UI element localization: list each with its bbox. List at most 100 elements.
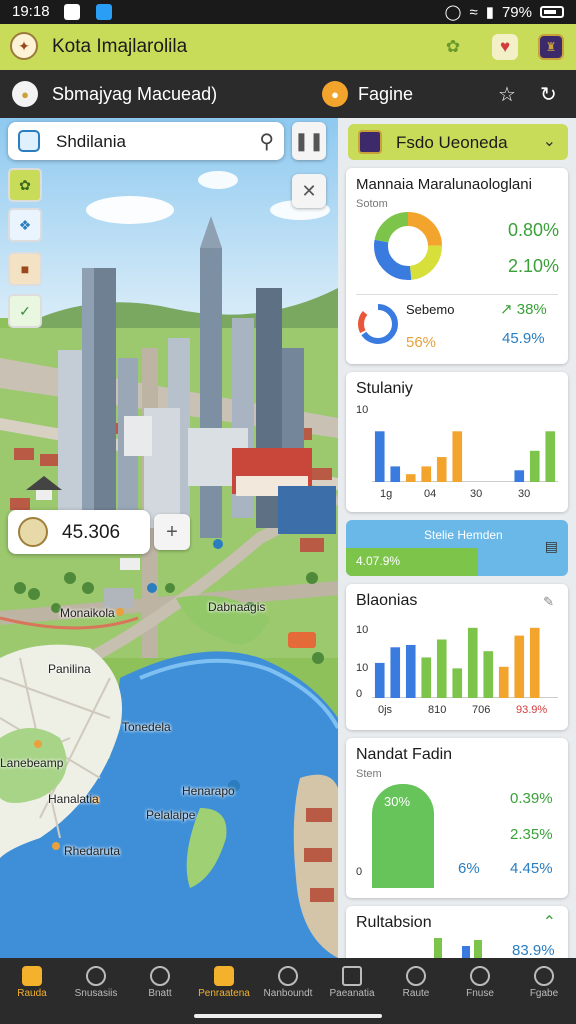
place-icon <box>18 130 40 152</box>
nav-label: Penraatena <box>198 988 250 999</box>
nav-item-home[interactable]: Rauda <box>0 958 64 1008</box>
refresh-icon[interactable]: ↻ <box>540 82 557 107</box>
layers-icon[interactable]: ✿ <box>440 34 466 60</box>
nav-item-raute[interactable]: Raute <box>384 958 448 1008</box>
clock-icon <box>278 966 298 986</box>
home-indicator[interactable] <box>194 1014 382 1018</box>
mountain-icon <box>342 966 362 986</box>
metric-card[interactable]: 45.306 <box>8 510 150 554</box>
signal-icon: ▮ <box>485 4 494 21</box>
stats-panel: Fsdo Ueoneda ⌄ Mannaia Maralunaologlani … <box>338 118 576 958</box>
map-label[interactable]: Monaikola <box>60 606 115 620</box>
crest-icon[interactable]: ♜ <box>538 34 564 60</box>
layer-green-icon[interactable]: ✿ <box>8 168 42 202</box>
chevron-down-icon[interactable]: ⌄ <box>543 131 556 151</box>
chart-bar <box>483 651 494 698</box>
edit-icon[interactable]: ✎ <box>543 594 554 610</box>
chevron-up-icon[interactable]: ⌃ <box>543 912 556 932</box>
stat-value: 0.80% <box>508 220 560 240</box>
x-tick: 30 <box>470 488 483 500</box>
nav-item-search[interactable]: Snusasiis <box>64 958 128 1008</box>
chart-bar <box>474 940 482 958</box>
card-subtitle: Sotom <box>356 198 388 210</box>
nav-label: Fnuse <box>466 988 494 999</box>
battery-percent: 79% <box>501 3 532 21</box>
nav-label: Nanboundt <box>263 988 313 999</box>
collapse-icon[interactable]: ✕ <box>292 174 326 208</box>
map-label[interactable]: Dabnaagis <box>208 600 265 614</box>
progress-card[interactable]: Nandat Fadin Stem 30% 0 0.39% 2.35% 6% 4… <box>346 738 568 898</box>
add-button[interactable]: + <box>154 514 190 550</box>
chart-bar <box>529 450 540 482</box>
nav-label: Raute <box>402 988 430 999</box>
pause-button[interactable]: ❚❚ <box>292 122 326 160</box>
map-label[interactable]: Tonedela <box>122 720 171 734</box>
summary-card[interactable]: Mannaia Maralunaologlani Sotom 0.80% 2.1… <box>346 168 568 364</box>
chart-bar <box>462 946 470 958</box>
bar-chart <box>372 431 558 482</box>
chart-bar <box>514 470 525 482</box>
page-icon[interactable]: ● <box>322 81 348 107</box>
chart-bar <box>452 668 463 698</box>
map-label[interactable]: Rhedaruta <box>64 844 120 858</box>
card-title: Nandat Fadin <box>356 746 453 763</box>
location-icon[interactable]: ● <box>12 81 38 107</box>
x-tick: 30 <box>518 488 531 500</box>
x-tick: 04 <box>424 488 437 500</box>
nav-item-penraatena[interactable]: Penraatena <box>192 958 256 1008</box>
route-icon <box>406 966 426 986</box>
region-label[interactable]: Sbmajyag Macuead) <box>52 84 217 105</box>
bar-chart-card[interactable]: Stulaniy 10 1g 04 30 30 <box>346 372 568 512</box>
map-search-bar[interactable]: Shdilania ⚲ <box>8 122 284 160</box>
app-bar: ✦ Kota Imajlarolila ✿ ♥ ♜ <box>0 24 576 70</box>
bar-chart-card[interactable]: Rultabsion ⌃ 83.9% <box>346 906 568 958</box>
search-input[interactable]: Shdilania <box>56 132 126 152</box>
app-logo-icon: ✦ <box>10 32 38 60</box>
nav-item-paeanatia[interactable]: Paeanatia <box>320 958 384 1008</box>
progress-banner[interactable]: Stelie Hemden 4.07.9% ▤ <box>346 520 568 576</box>
battery-icon <box>540 6 564 18</box>
star-icon[interactable]: ☆ <box>498 82 516 107</box>
stat-value: 2.35% <box>510 826 553 843</box>
map-label[interactable]: Panilina <box>48 662 91 676</box>
trend-value: ↗ 38% <box>500 301 547 318</box>
layer-building-icon[interactable]: ■ <box>8 252 42 286</box>
app-title: Kota Imajlarolila <box>52 36 188 57</box>
card-title: Blaonias <box>356 592 418 609</box>
layer-shield-icon[interactable]: ✓ <box>8 294 42 328</box>
export-icon[interactable]: ▤ <box>545 538 558 555</box>
settings-icon <box>470 966 490 986</box>
map-label[interactable]: Hanalatia <box>48 792 99 806</box>
x-tick: 810 <box>428 704 447 716</box>
map-label[interactable]: Henarapo <box>182 784 235 798</box>
nav-label: Snusasiis <box>74 988 118 999</box>
search-icon <box>86 966 106 986</box>
alarm-icon: ◯ <box>444 4 462 21</box>
stat-value: 45.9% <box>502 330 545 347</box>
chart-bar <box>374 662 385 698</box>
chart-bar <box>390 466 401 482</box>
bar-chart-card[interactable]: Blaonias ✎ 10 10 0 0js 810 706 93.9% <box>346 584 568 730</box>
search-icon[interactable]: ⚲ <box>259 129 274 154</box>
x-tick: 93.9% <box>516 704 548 716</box>
x-tick: 706 <box>472 704 491 716</box>
map-label[interactable]: Lanebeamp <box>0 756 63 770</box>
y-tick: 10 <box>356 662 369 674</box>
ring-chart <box>358 304 398 344</box>
page-label[interactable]: Fagine <box>358 84 413 105</box>
stat-value: 2.10% <box>508 256 560 276</box>
banner-value: 4.07.9% <box>356 554 401 568</box>
x-tick: 0js <box>378 704 393 716</box>
layer-compass-icon[interactable]: ❖ <box>8 208 42 242</box>
region-dropdown[interactable]: Fsdo Ueoneda ⌄ <box>348 124 568 160</box>
bar-chart <box>372 627 558 698</box>
nav-item-nanboundt[interactable]: Nanboundt <box>256 958 320 1008</box>
nav-item-fnuse[interactable]: Fnuse <box>448 958 512 1008</box>
metric-value: 45.306 <box>62 522 121 543</box>
favorite-icon[interactable]: ♥ <box>492 34 518 60</box>
nav-item-bnatt[interactable]: Bnatt <box>128 958 192 1008</box>
map-label[interactable]: Pelalaipe <box>146 808 195 822</box>
stat-value: 6% <box>458 860 480 877</box>
nav-label: Fgabe <box>529 988 559 999</box>
nav-item-fgabe[interactable]: Fgabe <box>512 958 576 1008</box>
